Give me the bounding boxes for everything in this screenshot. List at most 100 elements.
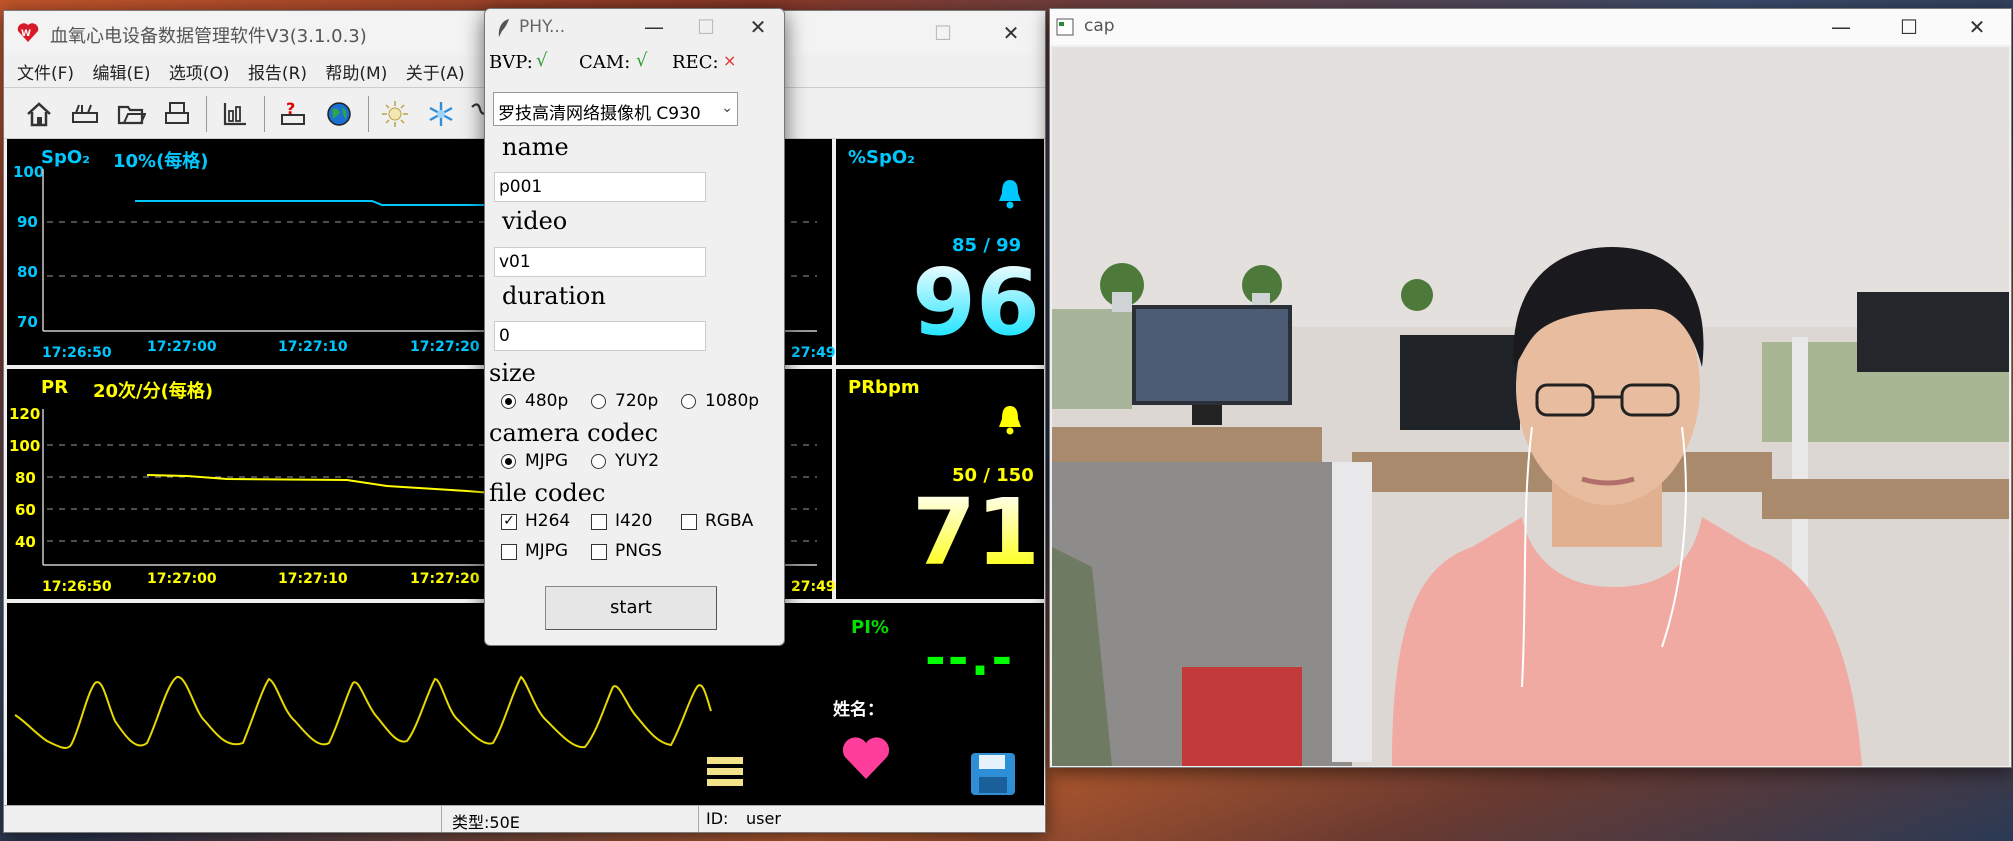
size-480p-label: 480p	[525, 391, 569, 411]
spo2-value-panel: %SpO₂ 85 / 99 96	[836, 139, 1044, 365]
spo2-x-tick: 17:27:00	[147, 339, 217, 355]
cam-check-icon: √	[636, 50, 648, 71]
spo2-alarm-bell-icon	[996, 177, 1024, 215]
menu-about[interactable]: 关于(A)	[406, 59, 465, 84]
pr-x-tick: 17:27:00	[147, 571, 217, 587]
pr-x-end: 27:49	[791, 579, 836, 595]
video-label: video	[502, 207, 568, 235]
camera-codec-label: camera codec	[489, 419, 659, 447]
phy-titlebar: PHY... — ☐ ✕	[485, 9, 784, 45]
pr-x-start: 17:26:50	[42, 579, 112, 595]
camera-codec-mjpg-label: MJPG	[525, 451, 569, 471]
camera-codec-yuy2-label: YUY2	[615, 451, 660, 471]
spo2-x-end: 27:49	[791, 345, 836, 361]
duration-input[interactable]: 0	[494, 321, 706, 351]
camera-select[interactable]: 罗技高清网络摄像机 C930 ⌄	[493, 92, 738, 126]
size-480p-radio[interactable]	[501, 394, 516, 409]
file-codec-i420-label: I420	[615, 511, 653, 531]
heart-icon	[839, 733, 893, 783]
video-input[interactable]: v01	[494, 247, 706, 277]
size-720p-radio[interactable]	[591, 394, 606, 409]
file-codec-pngs-label: PNGS	[615, 541, 662, 561]
home-icon[interactable]	[22, 97, 56, 131]
open-folder-icon[interactable]	[114, 97, 148, 131]
cap-title: cap	[1084, 16, 1115, 36]
user-status: user	[746, 809, 781, 828]
size-1080p-radio[interactable]	[681, 394, 696, 409]
cap-titlebar: cap — ☐ ✕	[1050, 9, 2011, 45]
rec-cross-icon: ×	[723, 51, 737, 70]
file-codec-h264-checkbox[interactable]: ✓	[501, 514, 517, 530]
menu-bars-icon[interactable]	[705, 753, 745, 793]
file-codec-pngs-checkbox[interactable]	[591, 544, 607, 560]
cap-window-icon	[1056, 18, 1074, 41]
duration-label: duration	[502, 282, 606, 310]
pr-x-tick: 17:27:20	[410, 571, 480, 587]
file-codec-rgba-checkbox[interactable]	[681, 514, 697, 530]
main-restore-button[interactable]: ☐	[909, 11, 977, 55]
name-label: name	[502, 133, 569, 161]
svg-text:W: W	[21, 29, 31, 39]
phy-maximize-button[interactable]: ☐	[680, 9, 732, 45]
size-1080p-label: 1080p	[705, 391, 760, 411]
pr-alarm-bell-icon	[996, 403, 1024, 441]
status-bar: 类型:50E ID: user	[4, 805, 1045, 832]
spo2-x-tick: 17:27:10	[278, 339, 348, 355]
spo2-value-label: %SpO₂	[848, 147, 916, 168]
phy-close-button[interactable]: ✕	[732, 9, 784, 45]
menu-file[interactable]: 文件(F)	[17, 59, 74, 84]
spo2-x-start: 17:26:50	[42, 345, 112, 361]
snowflake-icon[interactable]	[424, 97, 458, 131]
pr-value-panel: PRbpm 50 / 150 71	[836, 369, 1044, 599]
save-disk-icon[interactable]	[969, 751, 1017, 797]
file-codec-mjpg-label: MJPG	[525, 541, 569, 561]
file-codec-i420-checkbox[interactable]	[591, 514, 607, 530]
file-codec-rgba-label: RGBA	[705, 511, 754, 531]
print-icon[interactable]	[160, 97, 194, 131]
pi-label: PI%	[851, 617, 889, 638]
name-input[interactable]: p001	[494, 172, 706, 202]
bvp-check-icon: √	[536, 50, 548, 71]
device-type-status: 类型:50E	[452, 813, 520, 832]
cap-close-button[interactable]: ✕	[1943, 9, 2011, 45]
cap-maximize-button[interactable]: ☐	[1875, 9, 1943, 45]
bvp-label: BVP:	[489, 52, 533, 73]
rec-label: REC:	[672, 52, 719, 73]
menu-help[interactable]: 帮助(M)	[325, 59, 387, 84]
file-codec-h264-label: H264	[525, 511, 571, 531]
spo2-x-tick: 17:27:20	[410, 339, 480, 355]
pr-value-label: PRbpm	[848, 377, 920, 398]
cam-label: CAM:	[579, 52, 631, 73]
file-codec-label: file codec	[489, 479, 606, 507]
chart-icon[interactable]	[218, 97, 252, 131]
sun-icon[interactable]	[378, 97, 412, 131]
camera-codec-yuy2-radio[interactable]	[591, 454, 606, 469]
phy-dialog: PHY... — ☐ ✕ BVP: √ CAM: √ REC: × 罗技高清网络…	[484, 8, 785, 646]
device-icon[interactable]	[68, 97, 102, 131]
main-close-button[interactable]: ✕	[977, 11, 1045, 55]
camera-codec-mjpg-radio[interactable]	[501, 454, 516, 469]
svg-text:?: ?	[286, 99, 295, 118]
menu-edit[interactable]: 编辑(E)	[92, 59, 150, 84]
camera-feed-image	[1052, 47, 2009, 766]
pi-value: --.-	[925, 629, 1015, 687]
patient-name-label: 姓名：	[833, 700, 884, 720]
pr-value: 71	[912, 479, 1041, 586]
app-logo-icon: W	[16, 21, 40, 43]
main-title: 血氧心电设备数据管理软件V3(3.1.0.3)	[50, 26, 367, 47]
menu-report[interactable]: 报告(R)	[248, 59, 307, 84]
start-button-label: start	[610, 597, 652, 618]
phy-title: PHY...	[519, 17, 566, 37]
globe-icon[interactable]	[322, 97, 356, 131]
cap-minimize-button[interactable]: —	[1807, 9, 1875, 45]
pr-x-tick: 17:27:10	[278, 571, 348, 587]
menu-options[interactable]: 选项(O)	[169, 59, 230, 84]
start-button[interactable]: start	[545, 586, 717, 630]
phy-minimize-button[interactable]: —	[628, 9, 680, 45]
cap-window: cap — ☐ ✕	[1049, 8, 2012, 768]
size-720p-label: 720p	[615, 391, 659, 411]
spo2-value: 96	[912, 249, 1041, 356]
report-help-icon[interactable]: ?	[276, 97, 310, 131]
feather-icon	[495, 17, 513, 44]
file-codec-mjpg-checkbox[interactable]	[501, 544, 517, 560]
